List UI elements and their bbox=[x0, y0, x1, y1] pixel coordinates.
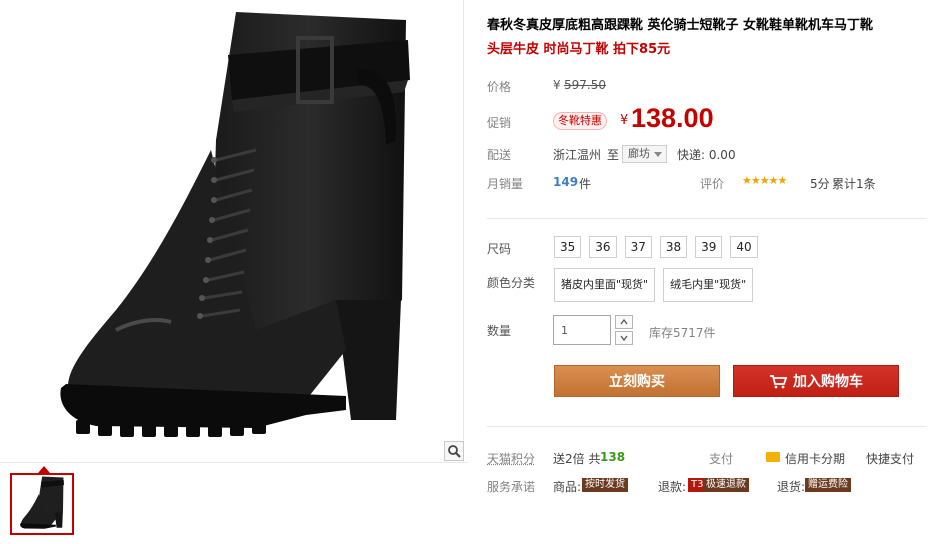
shipping-origin: 浙江温州 bbox=[553, 148, 602, 162]
size-option-40[interactable]: 40 bbox=[730, 236, 758, 258]
service-label: 服务承诺 bbox=[487, 480, 536, 494]
price-label: 价格 bbox=[487, 80, 512, 94]
chevron-down-icon bbox=[620, 335, 628, 341]
boot-thumbnail-image bbox=[20, 476, 64, 529]
size-option-35[interactable]: 35 bbox=[554, 236, 582, 258]
express-fee: 快递: 0.00 bbox=[677, 148, 736, 162]
zoom-button[interactable] bbox=[444, 441, 464, 461]
dropdown-arrow-icon bbox=[654, 152, 662, 157]
pay-label: 支付 bbox=[709, 452, 734, 466]
monthly-sales-count: 149 bbox=[553, 175, 579, 189]
shipping-to: 至 bbox=[607, 148, 620, 162]
monthly-sales-unit: 件 bbox=[579, 177, 592, 191]
add-to-cart-label: 加入购物车 bbox=[793, 374, 863, 390]
boot-image bbox=[60, 12, 410, 437]
destination-value: 廊坊 bbox=[628, 147, 650, 160]
size-option-38[interactable]: 38 bbox=[659, 236, 688, 258]
monthly-sales-label: 月销量 bbox=[487, 177, 524, 191]
section-divider bbox=[487, 218, 927, 219]
main-product-image[interactable] bbox=[6, 0, 464, 462]
tmall-points-label[interactable]: 天猫积分 bbox=[487, 450, 535, 467]
rating-stars: ★★★★★ bbox=[742, 174, 787, 187]
rating-label: 评价 bbox=[700, 177, 725, 191]
refund-label: 退款: bbox=[658, 480, 687, 494]
color-option-pigskin-lining[interactable]: 猪皮内里面"现货" bbox=[554, 268, 656, 302]
points-amount: 138 bbox=[600, 450, 626, 464]
size-option-36[interactable]: 36 bbox=[589, 236, 617, 258]
rating-score: 5分 bbox=[810, 177, 830, 191]
size-option-37[interactable]: 37 bbox=[624, 236, 652, 258]
on-time-delivery-tag[interactable]: 按时发货 bbox=[582, 478, 628, 492]
promo-price: 138.00 bbox=[631, 103, 714, 133]
section-divider bbox=[487, 426, 927, 427]
rating-total[interactable]: 累计1条 bbox=[832, 175, 876, 192]
thumbnail-strip bbox=[0, 462, 468, 544]
shipping-insurance-tag[interactable]: 赠运费险 bbox=[805, 478, 851, 492]
chevron-up-icon bbox=[620, 319, 628, 325]
points-prefix: 送2倍 共 bbox=[553, 452, 601, 466]
credit-installment[interactable]: 信用卡分期 bbox=[785, 450, 845, 467]
credit-card-icon bbox=[766, 452, 780, 462]
quantity-input[interactable] bbox=[553, 315, 611, 345]
product-gallery bbox=[0, 0, 468, 544]
product-title: 春秋冬真皮厚底粗高跟踝靴 英伦骑士短靴子 女靴鞋单靴机车马丁靴 bbox=[487, 18, 874, 33]
promo-currency: ¥ bbox=[620, 113, 629, 128]
stock-text: 库存5717件 bbox=[649, 326, 716, 340]
goods-label: 商品: bbox=[553, 480, 582, 494]
product-subtitle: 头层牛皮 时尚马丁靴 拍下85元 bbox=[487, 42, 671, 57]
buy-now-label: 立刻购买 bbox=[609, 374, 665, 390]
promo-label: 促销 bbox=[487, 116, 512, 130]
thumbnail-1[interactable] bbox=[10, 473, 74, 535]
color-option-fleece-lining[interactable]: 绒毛内里"现货" bbox=[663, 268, 754, 302]
fast-refund-tag[interactable]: 极速退款 bbox=[703, 478, 749, 492]
zoom-icon bbox=[448, 445, 461, 458]
size-options: 35 36 37 38 39 40 bbox=[554, 236, 758, 258]
color-options: 猪皮内里面"现货" 绒毛内里"现货" bbox=[554, 268, 754, 302]
destination-select[interactable]: 廊坊 bbox=[622, 145, 667, 163]
cart-icon bbox=[770, 374, 787, 388]
add-to-cart-button[interactable]: 加入购物车 bbox=[733, 365, 899, 397]
return-label: 退货: bbox=[777, 480, 806, 494]
original-price: 597.50 bbox=[564, 78, 606, 92]
promo-badge: 冬靴特惠 bbox=[553, 112, 607, 130]
thumbnail-active-indicator bbox=[38, 466, 50, 473]
fast-pay[interactable]: 快捷支付 bbox=[866, 450, 914, 467]
size-option-39[interactable]: 39 bbox=[695, 236, 723, 258]
size-label: 尺码 bbox=[487, 242, 512, 256]
quantity-decrease-button[interactable] bbox=[615, 331, 633, 345]
color-label: 颜色分类 bbox=[487, 276, 536, 290]
quantity-label: 数量 bbox=[487, 324, 512, 338]
shipping-label: 配送 bbox=[487, 148, 512, 162]
buy-now-button[interactable]: 立刻购买 bbox=[554, 365, 720, 397]
price-currency: ¥ bbox=[553, 78, 561, 92]
quantity-increase-button[interactable] bbox=[615, 315, 633, 329]
